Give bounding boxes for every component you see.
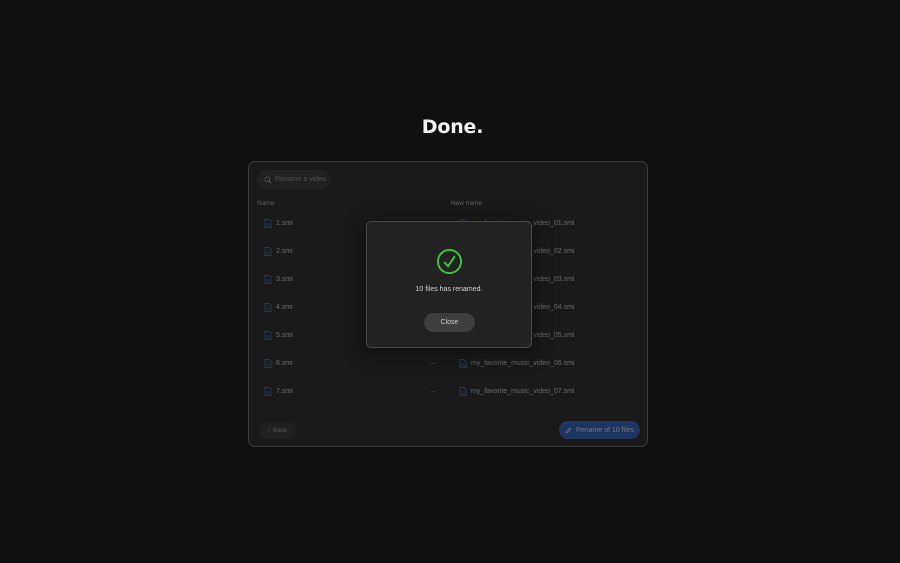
success-dialog: 10 files has renamed. Close xyxy=(366,221,532,348)
new-file-name: my_favorite_music_video_07.smi xyxy=(459,387,575,396)
file-icon xyxy=(264,219,272,228)
arrow-right-icon: → xyxy=(429,386,437,395)
file-icon xyxy=(459,359,467,368)
file-row: 7.smi → my_favorite_music_video_07.smi xyxy=(249,378,647,406)
file-icon xyxy=(264,331,272,340)
file-name-label: 1.smi xyxy=(276,220,293,227)
original-file-name: 6.smi xyxy=(264,359,293,368)
file-name-label: 6.smi xyxy=(276,360,293,367)
new-file-name-label: my_favorite_music_video_06.smi xyxy=(471,360,575,367)
close-button[interactable]: Close xyxy=(424,313,475,332)
search-placeholder: Rename a video xyxy=(275,176,326,183)
file-icon xyxy=(264,303,272,312)
original-file-name: 1.smi xyxy=(264,219,293,228)
dialog-message: 10 files has renamed. xyxy=(415,286,483,293)
file-icon xyxy=(264,275,272,284)
back-button[interactable]: ‹ Back xyxy=(259,422,296,439)
file-icon xyxy=(459,387,467,396)
file-name-label: 5.smi xyxy=(276,332,293,339)
check-circle-icon xyxy=(436,248,463,275)
file-name-label: 2.smi xyxy=(276,248,293,255)
column-header-new-name: New name xyxy=(451,200,483,207)
file-icon xyxy=(264,247,272,256)
file-name-label: 3.smi xyxy=(276,276,293,283)
original-file-name: 2.smi xyxy=(264,247,293,256)
original-file-name: 5.smi xyxy=(264,331,293,340)
pencil-icon xyxy=(565,427,572,433)
column-header-name: Name xyxy=(257,200,275,207)
arrow-right-icon: → xyxy=(429,358,437,367)
file-row: 6.smi → my_favorite_music_video_06.smi xyxy=(249,350,647,378)
page: Done. Rename a video Name New name 1.smi… xyxy=(0,0,900,563)
original-file-name: 7.smi xyxy=(264,387,293,396)
original-file-name: 4.smi xyxy=(264,303,293,312)
original-file-name: 3.smi xyxy=(264,275,293,284)
rename-button-label: Rename of 10 files xyxy=(575,426,635,434)
page-title: Done. xyxy=(421,116,484,138)
file-icon xyxy=(264,359,272,368)
search-icon xyxy=(264,176,272,184)
new-file-name: my_favorite_music_video_06.smi xyxy=(459,359,575,368)
file-icon xyxy=(264,387,272,396)
search-input[interactable]: Rename a video xyxy=(257,170,331,189)
new-file-name-label: my_favorite_music_video_07.smi xyxy=(471,388,575,395)
file-name-label: 4.smi xyxy=(276,304,293,311)
file-name-label: 7.smi xyxy=(276,388,293,395)
rename-button[interactable]: Rename of 10 files xyxy=(559,421,640,439)
chevron-left-icon: ‹ xyxy=(267,427,270,434)
back-button-label: Back xyxy=(272,427,288,434)
